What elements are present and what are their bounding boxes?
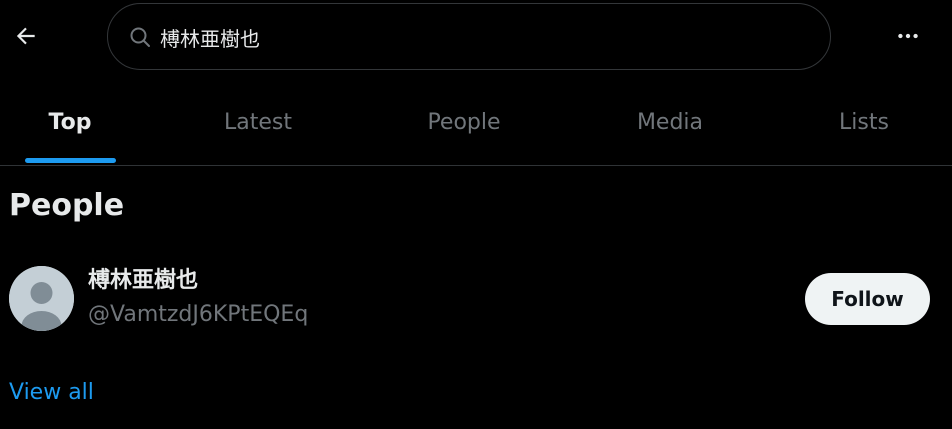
tab-lists[interactable]: Lists	[794, 80, 934, 165]
people-section-title: People	[9, 188, 125, 223]
active-tab-indicator	[25, 158, 116, 163]
tab-latest[interactable]: Latest	[188, 80, 328, 165]
tab-media[interactable]: Media	[600, 80, 740, 165]
user-handle[interactable]: @VamtzdJ6KPtEQEq	[88, 300, 308, 330]
more-horizontal-icon	[898, 33, 918, 39]
arrow-left-icon	[16, 27, 35, 45]
search-input[interactable]	[160, 20, 800, 54]
more-options-button[interactable]	[888, 16, 928, 56]
tab-top[interactable]: Top	[0, 80, 140, 165]
user-display-name[interactable]: 榑林亜樹也	[88, 266, 198, 296]
default-avatar-icon	[9, 266, 74, 331]
search-tabs: Top Latest People Media Lists	[0, 80, 952, 166]
search-icon	[130, 27, 150, 47]
view-all-link[interactable]: View all	[9, 378, 94, 408]
tab-people[interactable]: People	[394, 80, 534, 165]
follow-button[interactable]: Follow	[805, 273, 930, 325]
search-box[interactable]	[107, 3, 831, 70]
user-row[interactable]: 榑林亜樹也 @VamtzdJ6KPtEQEq Follow	[0, 260, 952, 338]
top-bar	[0, 0, 952, 80]
back-button[interactable]	[6, 16, 46, 56]
avatar[interactable]	[9, 266, 74, 331]
